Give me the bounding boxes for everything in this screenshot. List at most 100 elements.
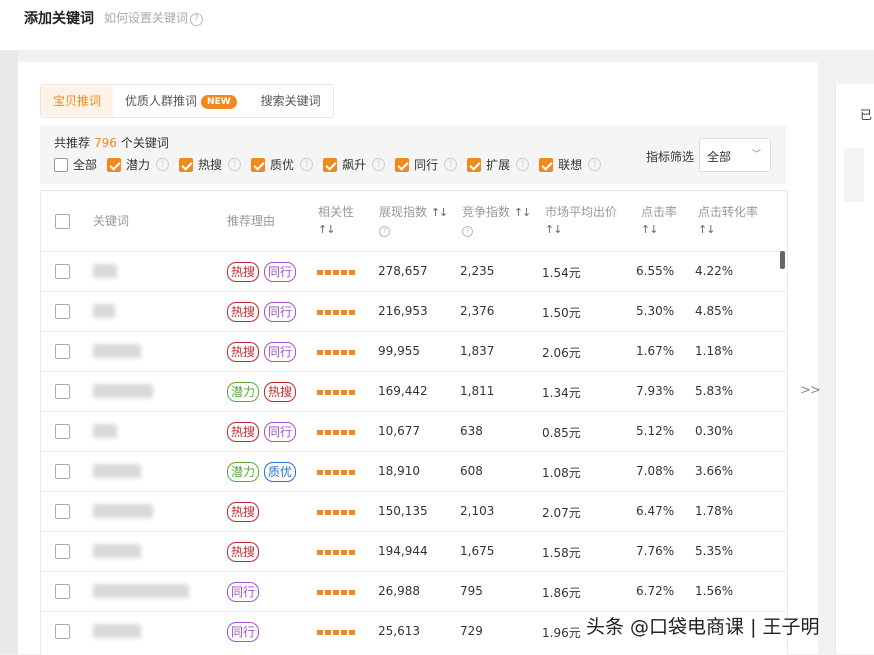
col-competition-label: 竞争指数: [462, 205, 511, 219]
sort-icon: ↑↓: [513, 206, 531, 219]
select-all-checkbox[interactable]: [55, 214, 70, 229]
tab-bar: 宝贝推词 优质人群推词 NEW 搜索关键词: [40, 84, 334, 118]
filter-checkbox[interactable]: [467, 157, 482, 172]
impressions-cell: 25,613: [378, 624, 420, 638]
filter-item[interactable]: 质优?: [251, 156, 314, 173]
filter-checkbox[interactable]: [251, 157, 266, 172]
col-impressions[interactable]: 展现指数 ↑↓?: [379, 204, 448, 238]
filter-item[interactable]: 飙升?: [323, 156, 386, 173]
filter-item[interactable]: 潜力?: [107, 156, 170, 173]
impressions-cell: 26,988: [378, 584, 420, 598]
chevron-down-icon: ﹀: [751, 150, 761, 160]
row-checkbox[interactable]: [55, 584, 70, 599]
row-checkbox[interactable]: [55, 344, 70, 359]
relevance-bar: [317, 470, 357, 475]
filter-checkbox[interactable]: [54, 157, 68, 172]
keyword-blurred: [93, 304, 115, 318]
col-keyword: 关键词: [93, 214, 130, 228]
relevance-bar: [317, 550, 357, 555]
reason-tag: 热搜: [227, 302, 260, 322]
metric-select[interactable]: 全部 ﹀: [699, 138, 771, 172]
cvr-cell: 1.78%: [695, 504, 734, 518]
filter-label: 飙升: [342, 158, 367, 172]
filter-item[interactable]: 联想?: [539, 156, 602, 173]
question-icon: ?: [228, 158, 242, 171]
filter-item[interactable]: 全部: [54, 156, 97, 173]
impressions-cell: 169,442: [378, 384, 428, 398]
cvr-cell: 1.18%: [695, 344, 734, 358]
row-checkbox[interactable]: [55, 504, 70, 519]
competition-cell: 1,675: [460, 544, 495, 558]
filter-checkbox[interactable]: [323, 157, 338, 172]
question-icon: ?: [516, 158, 530, 171]
keyword-blurred: [93, 544, 141, 558]
reason-tag: 同行: [264, 262, 297, 282]
competition-cell: 638: [460, 424, 483, 438]
col-impressions-label: 展现指数: [379, 205, 428, 219]
row-checkbox[interactable]: [55, 384, 70, 399]
col-avg-bid[interactable]: 市场平均出价 ↑↓: [545, 204, 617, 238]
reason-tag: 同行: [227, 622, 260, 642]
avg-bid-cell: 1.96元: [542, 626, 581, 640]
row-checkbox[interactable]: [55, 464, 70, 479]
top-bar: 添加关键词 如何设置关键词?: [0, 0, 874, 50]
keyword-blurred: [93, 264, 117, 278]
competition-cell: 795: [460, 584, 483, 598]
reason-tag: 同行: [227, 582, 260, 602]
table-row: 热搜 同行 10,677 638 0.85元 5.12% 0.30%: [41, 411, 787, 452]
help-link[interactable]: 如何设置关键词?: [104, 9, 204, 26]
filter-label: 同行: [414, 158, 439, 172]
ctr-cell: 6.55%: [636, 264, 675, 278]
tab-item-recommend[interactable]: 宝贝推词: [41, 86, 114, 116]
reason-tag: 同行: [264, 342, 297, 362]
row-checkbox[interactable]: [55, 544, 70, 559]
metric-filter-label: 指标筛选: [646, 150, 695, 164]
filter-checkboxes: 全部 潜力? 热搜? 质优? 飙升? 同行? 扩展? 联想?: [54, 156, 611, 173]
col-cvr-label: 点击转化率: [698, 205, 759, 219]
row-checkbox[interactable]: [55, 264, 70, 279]
ctr-cell: 1.67%: [636, 344, 675, 358]
row-checkbox[interactable]: [55, 304, 70, 319]
selected-panel: 已: [835, 84, 874, 654]
row-checkbox[interactable]: [55, 624, 70, 639]
filter-checkbox[interactable]: [539, 157, 554, 172]
filter-item[interactable]: 同行?: [395, 156, 458, 173]
col-ctr-label: 点击率: [641, 205, 678, 219]
col-ctr[interactable]: 点击率 ↑↓: [641, 204, 677, 238]
impressions-cell: 216,953: [378, 304, 428, 318]
tab-search-keyword[interactable]: 搜索关键词: [249, 86, 333, 116]
col-competition[interactable]: 竞争指数 ↑↓?: [462, 204, 531, 238]
avg-bid-cell: 1.54元: [542, 266, 581, 280]
impressions-cell: 10,677: [378, 424, 420, 438]
impressions-cell: 99,955: [378, 344, 420, 358]
filter-checkbox[interactable]: [179, 157, 194, 172]
col-relevance[interactable]: 相关性 ↑↓: [318, 204, 354, 238]
avg-bid-cell: 0.85元: [542, 426, 581, 440]
scrollbar[interactable]: [780, 251, 785, 269]
filter-label: 热搜: [198, 158, 223, 172]
relevance-bar: [317, 270, 357, 275]
tab-crowd-recommend[interactable]: 优质人群推词 NEW: [113, 86, 249, 116]
impressions-cell: 150,135: [378, 504, 428, 518]
filter-checkbox[interactable]: [395, 157, 410, 172]
filter-label: 质优: [270, 158, 295, 172]
filter-item[interactable]: 热搜?: [179, 156, 242, 173]
competition-cell: 1,811: [460, 384, 495, 398]
filter-label: 联想: [558, 158, 583, 172]
row-checkbox[interactable]: [55, 424, 70, 439]
col-cvr[interactable]: 点击转化率 ↑↓: [698, 204, 758, 238]
reason-tag: 热搜: [227, 542, 260, 562]
reason-tag: 同行: [264, 422, 297, 442]
reason-tag: 热搜: [227, 502, 260, 522]
relevance-bar: [317, 430, 357, 435]
filter-item[interactable]: 扩展?: [467, 156, 530, 173]
relevance-bar: [317, 390, 357, 395]
table-row: 热搜 194,944 1,675 1.58元 7.76% 5.35%: [41, 531, 787, 572]
help-link-label: 如何设置关键词: [104, 11, 189, 25]
table-row: 热搜 同行 99,955 1,837 2.06元 1.67% 1.18%: [41, 331, 787, 372]
ctr-cell: 6.47%: [636, 504, 675, 518]
keyword-blurred: [93, 424, 117, 438]
filter-checkbox[interactable]: [107, 157, 122, 172]
avg-bid-cell: 1.86元: [542, 586, 581, 600]
move-right-icon[interactable]: >>: [800, 383, 821, 398]
